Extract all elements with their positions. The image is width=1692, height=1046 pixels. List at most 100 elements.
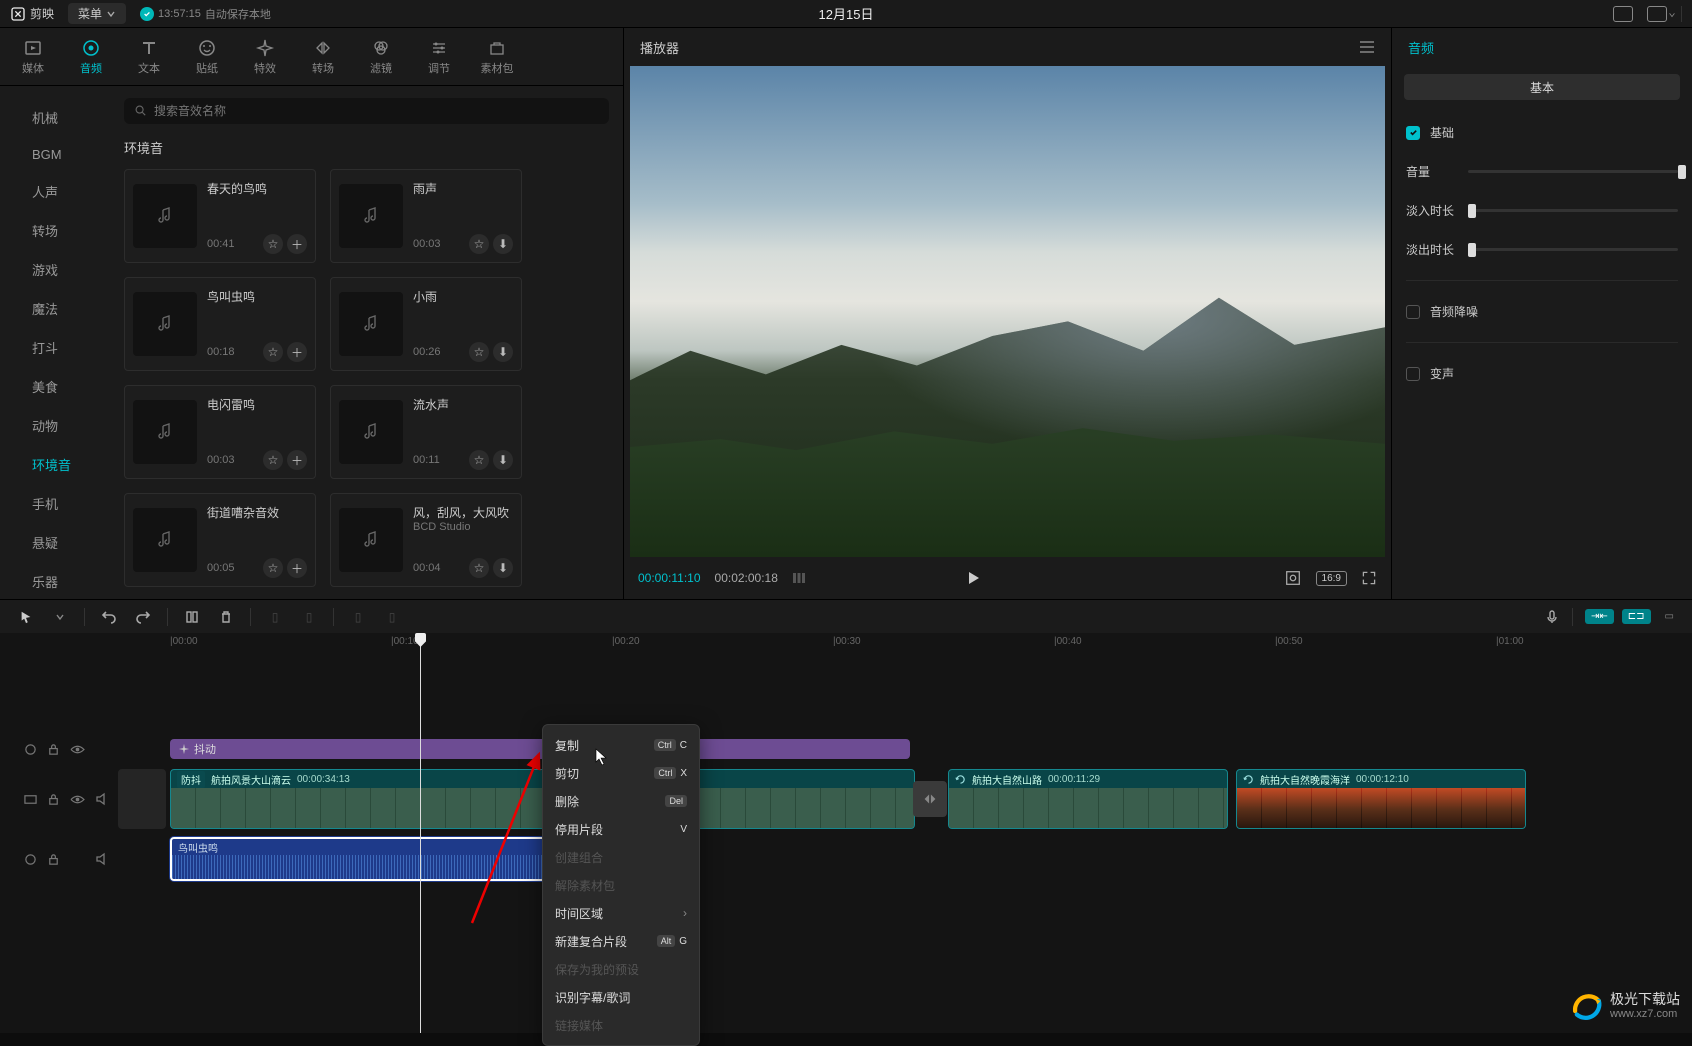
video-clip[interactable]: 航拍大自然晚霞海洋00:00:12:10: [1236, 769, 1526, 829]
category-item[interactable]: 打斗: [0, 328, 110, 367]
undo-button[interactable]: [95, 604, 123, 630]
download-button[interactable]: ⬇: [493, 450, 513, 470]
asset-card[interactable]: 风，刮风，大风吹BCD Studio00:04☆⬇: [330, 493, 522, 587]
category-item[interactable]: BGM: [0, 137, 110, 172]
ctx-item[interactable]: 复制CtrlC: [543, 731, 699, 759]
download-button[interactable]: ⬇: [493, 234, 513, 254]
category-item[interactable]: 悬疑: [0, 523, 110, 562]
checkbox-icon[interactable]: [1406, 367, 1420, 381]
tool-tab-sticker[interactable]: 贴纸: [178, 38, 236, 76]
lock-icon[interactable]: [47, 743, 60, 756]
link-toggle[interactable]: ⊏⊐: [1622, 609, 1651, 624]
category-item[interactable]: 动物: [0, 406, 110, 445]
lock-icon[interactable]: [47, 853, 60, 866]
row-denoise[interactable]: 音频降噪: [1406, 303, 1678, 320]
ctx-item[interactable]: 识别字幕/歌词: [543, 983, 699, 1011]
add-button[interactable]: ＋: [287, 234, 307, 254]
menu-button[interactable]: 菜单: [68, 3, 126, 24]
mic-icon[interactable]: [1544, 609, 1560, 625]
eye-icon[interactable]: [70, 793, 85, 806]
tool-tab-transition[interactable]: 转场: [294, 38, 352, 76]
add-button[interactable]: ＋: [287, 450, 307, 470]
add-button[interactable]: ＋: [287, 558, 307, 578]
ruler[interactable]: |00:00|00:10|00:20|00:30|00:40|00:50|01:…: [170, 633, 1692, 653]
video-preview[interactable]: [630, 66, 1385, 557]
mute-icon[interactable]: [95, 852, 109, 866]
menu-icon[interactable]: [1359, 40, 1375, 54]
chevron-down-icon[interactable]: [46, 604, 74, 630]
search-box[interactable]: [124, 98, 609, 124]
cover-thumb[interactable]: [118, 769, 166, 829]
ctx-item[interactable]: 时间区域›: [543, 899, 699, 927]
fav-button[interactable]: ☆: [263, 558, 283, 578]
category-item[interactable]: 手机: [0, 484, 110, 523]
tool-tab-pack[interactable]: 素材包: [468, 38, 526, 76]
asset-card[interactable]: 鸟叫虫鸣00:18☆＋: [124, 277, 316, 371]
eye-icon[interactable]: [70, 743, 85, 756]
row-voicefx[interactable]: 变声: [1406, 365, 1678, 382]
audio-clip[interactable]: 鸟叫虫鸣: [170, 837, 566, 881]
tool-tab-fx[interactable]: 特效: [236, 38, 294, 76]
category-item[interactable]: 乐器: [0, 562, 110, 599]
fadein-slider[interactable]: [1468, 209, 1678, 212]
fav-button[interactable]: ☆: [263, 234, 283, 254]
category-item[interactable]: 魔法: [0, 289, 110, 328]
select-tool[interactable]: [12, 604, 40, 630]
asset-card[interactable]: 春天的鸟鸣00:41☆＋: [124, 169, 316, 263]
ctx-item[interactable]: 剪切CtrlX: [543, 759, 699, 787]
split-tool[interactable]: [178, 604, 206, 630]
search-input[interactable]: [154, 104, 599, 118]
fav-button[interactable]: ☆: [263, 450, 283, 470]
tool-tab-adjust[interactable]: 调节: [410, 38, 468, 76]
timeline[interactable]: |00:00|00:10|00:20|00:30|00:40|00:50|01:…: [0, 633, 1692, 1033]
transition-indicator[interactable]: [913, 781, 947, 817]
volume-slider[interactable]: [1468, 170, 1678, 173]
add-button[interactable]: ＋: [287, 342, 307, 362]
fav-button[interactable]: ☆: [469, 450, 489, 470]
category-item[interactable]: 人声: [0, 172, 110, 211]
asset-card[interactable]: 街道嘈杂音效00:05☆＋: [124, 493, 316, 587]
category-item[interactable]: 游戏: [0, 250, 110, 289]
ctx-item[interactable]: 新建复合片段AltG: [543, 927, 699, 955]
row-basic[interactable]: 基础: [1406, 124, 1678, 141]
mute-icon[interactable]: [95, 792, 109, 806]
fav-button[interactable]: ☆: [469, 234, 489, 254]
playhead[interactable]: [420, 633, 421, 1033]
inspector-tab-basic[interactable]: 基本: [1404, 74, 1680, 100]
download-button[interactable]: ⬇: [493, 342, 513, 362]
fav-button[interactable]: ☆: [469, 558, 489, 578]
category-item[interactable]: 转场: [0, 211, 110, 250]
fullscreen-icon[interactable]: [1361, 570, 1377, 586]
checkbox-icon[interactable]: [1406, 305, 1420, 319]
delete-tool[interactable]: [212, 604, 240, 630]
download-button[interactable]: ⬇: [493, 558, 513, 578]
play-button[interactable]: [963, 568, 983, 588]
ctx-item[interactable]: 删除Del: [543, 787, 699, 815]
fav-button[interactable]: ☆: [263, 342, 283, 362]
asset-card[interactable]: 雨声00:03☆⬇: [330, 169, 522, 263]
asset-card[interactable]: 流水声00:11☆⬇: [330, 385, 522, 479]
layout-icon[interactable]: [1647, 6, 1667, 22]
checkbox-icon[interactable]: [1406, 126, 1420, 140]
video-clip[interactable]: 航拍大自然山路00:00:11:29: [948, 769, 1228, 829]
fav-button[interactable]: ☆: [469, 342, 489, 362]
snap-toggle[interactable]: ⇥⇤: [1585, 609, 1614, 624]
shortcuts-icon[interactable]: [1613, 6, 1633, 22]
preview-toggle[interactable]: ▭: [1659, 609, 1680, 624]
asset-card[interactable]: 电闪雷鸣00:03☆＋: [124, 385, 316, 479]
frame-icon[interactable]: [1284, 569, 1302, 587]
columns-icon[interactable]: [792, 571, 806, 585]
effect-clip[interactable]: 抖动: [170, 739, 910, 759]
asset-card[interactable]: 小雨00:26☆⬇: [330, 277, 522, 371]
category-item[interactable]: 环境音: [0, 445, 110, 484]
fadeout-slider[interactable]: [1468, 248, 1678, 251]
lock-icon[interactable]: [47, 793, 60, 806]
tool-tab-audio[interactable]: 音频: [62, 38, 120, 76]
aspect-ratio[interactable]: 16:9: [1316, 571, 1347, 586]
tool-tab-text[interactable]: 文本: [120, 38, 178, 76]
category-item[interactable]: 美食: [0, 367, 110, 406]
ctx-item[interactable]: 停用片段V: [543, 815, 699, 843]
redo-button[interactable]: [129, 604, 157, 630]
tool-tab-media[interactable]: 媒体: [4, 38, 62, 76]
tool-tab-filter[interactable]: 滤镜: [352, 38, 410, 76]
